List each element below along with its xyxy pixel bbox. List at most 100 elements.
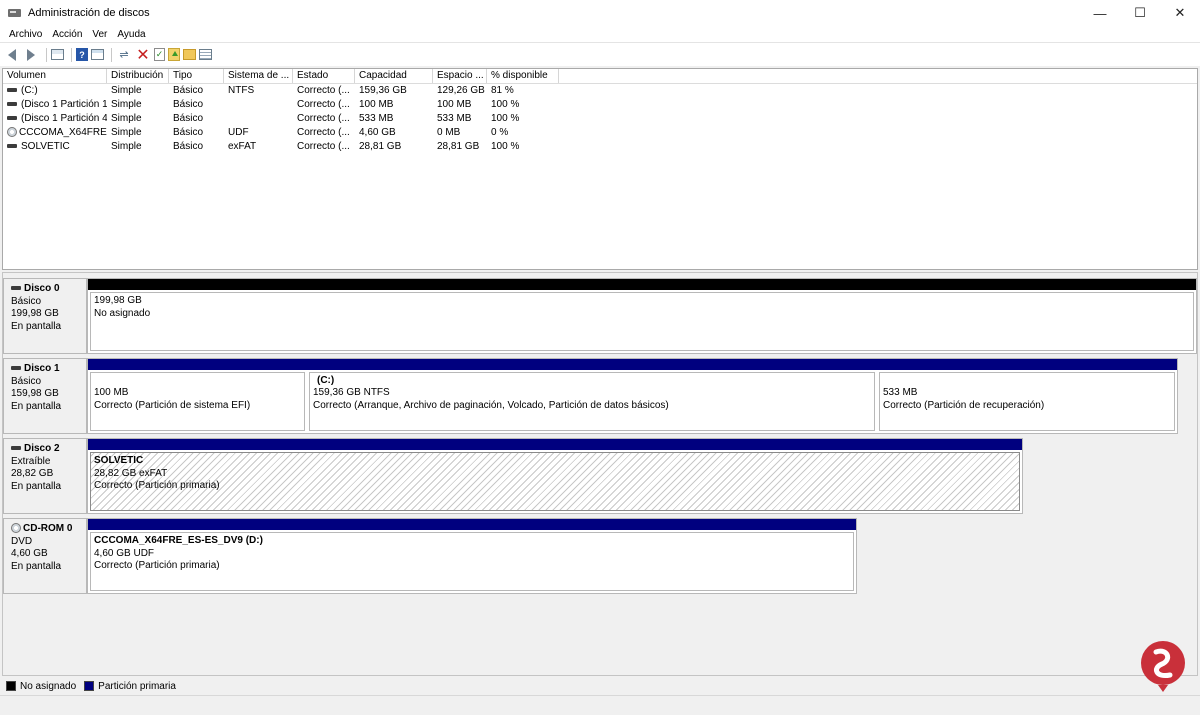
status-cell: Correcto (... xyxy=(297,113,350,124)
partition-dvd[interactable]: CCCOMA_X64FRE_ES-ES_DV9 (D:) 4,60 GB UDF… xyxy=(88,519,856,593)
table-row[interactable]: SOLVETIC Simple Básico exFAT Correcto (.… xyxy=(3,140,1197,154)
partition-c[interactable]: (C:) 159,36 GB NTFS Correcto (Arranque, … xyxy=(307,359,877,433)
menu-ayuda[interactable]: Ayuda xyxy=(112,29,150,40)
filesystem-cell xyxy=(224,112,293,126)
partition-status: Correcto (Partición de recuperación) xyxy=(883,399,1045,411)
free-space-cell: 533 MB xyxy=(437,113,472,124)
capacity-cell: 533 MB xyxy=(359,113,394,124)
help-icon[interactable]: ? xyxy=(76,48,88,61)
distribution-cell: Simple xyxy=(111,99,142,110)
partition-status: Correcto (Arranque, Archivo de paginació… xyxy=(313,399,669,411)
column-header-disponible[interactable]: % disponible xyxy=(487,69,559,83)
partition-unallocated[interactable]: 199,98 GB No asignado xyxy=(88,279,1196,353)
maximize-button[interactable]: ☐ xyxy=(1120,0,1160,26)
type-cell: Básico xyxy=(173,99,204,110)
disk-name: CD-ROM 0 xyxy=(11,523,86,536)
back-arrow-icon[interactable] xyxy=(4,47,20,63)
column-header-espacio[interactable]: Espacio ... xyxy=(433,69,487,83)
disk-type: Básico xyxy=(11,375,42,387)
status-cell: Correcto (... xyxy=(297,85,350,96)
column-header-distribucion[interactable]: Distribución xyxy=(107,69,169,83)
partition-title xyxy=(94,375,304,387)
menu-ver[interactable]: Ver xyxy=(87,29,112,40)
percent-free-cell: 81 % xyxy=(491,85,514,96)
volume-name: (C:) xyxy=(21,85,38,96)
minimize-button[interactable]: — xyxy=(1080,0,1120,26)
partition-recovery[interactable]: 533 MB Correcto (Partición de recuperaci… xyxy=(877,359,1177,433)
menu-archivo[interactable]: Archivo xyxy=(4,29,47,40)
status-cell: Correcto (... xyxy=(297,99,350,110)
partition-solvetic[interactable]: SOLVETIC 28,82 GB exFAT Correcto (Partic… xyxy=(88,439,1022,513)
volume-list[interactable]: Volumen Distribución Tipo Sistema de ...… xyxy=(2,68,1198,270)
partition-size: 533 MB xyxy=(883,387,918,398)
type-cell: Básico xyxy=(173,85,204,96)
disk-0-label[interactable]: Disco 0 Básico 199,98 GB En pantalla xyxy=(3,278,87,354)
percent-free-cell: 100 % xyxy=(491,141,520,152)
legend: No asignado Partición primaria xyxy=(0,677,1200,695)
partition-color-bar xyxy=(307,359,877,370)
menu-accion[interactable]: Acción xyxy=(47,29,87,40)
column-header-sistema[interactable]: Sistema de ... xyxy=(224,69,293,83)
partition-color-bar xyxy=(877,359,1177,370)
cd-icon xyxy=(11,523,21,534)
menu-bar: Archivo Acción Ver Ayuda xyxy=(0,26,1200,42)
filesystem-cell xyxy=(224,98,293,112)
disk-name: Disco 0 xyxy=(11,283,86,296)
disk-1-label[interactable]: Disco 1 Básico 159,98 GB En pantalla xyxy=(3,358,87,434)
capacity-cell: 28,81 GB xyxy=(359,141,402,152)
volume-list-header: Volumen Distribución Tipo Sistema de ...… xyxy=(3,69,1197,84)
connect-drive-icon[interactable]: ⇌ xyxy=(116,47,132,63)
disk-status: En pantalla xyxy=(11,320,62,332)
toolbar-separator xyxy=(71,47,72,62)
check-disk-icon[interactable]: ✓ xyxy=(154,48,165,61)
list-view-icon[interactable] xyxy=(199,49,212,60)
upload-folder-icon[interactable] xyxy=(168,48,180,61)
properties-icon[interactable] xyxy=(91,49,104,60)
delete-icon[interactable]: ✕ xyxy=(135,47,151,64)
partition-size: 159,36 GB NTFS xyxy=(313,387,390,398)
partition-size: 4,60 GB UDF xyxy=(94,547,155,559)
drive-icon xyxy=(7,116,17,121)
table-row[interactable]: (Disco 1 Partición 1) Simple Básico Corr… xyxy=(3,98,1197,112)
toolbar-separator xyxy=(111,47,112,62)
window-controls: — ☐ ✕ xyxy=(1080,0,1200,26)
partition-efi[interactable]: 100 MB Correcto (Partición de sistema EF… xyxy=(88,359,307,433)
disk-2-label[interactable]: Disco 2 Extraíble 28,82 GB En pantalla xyxy=(3,438,87,514)
volume-cell: (Disco 1 Partición 1) xyxy=(3,98,107,112)
forward-arrow-icon[interactable] xyxy=(23,47,39,63)
disk-type: Básico xyxy=(11,295,42,307)
partition-title: CCCOMA_X64FRE_ES-ES_DV9 (D:) xyxy=(94,535,263,546)
table-row[interactable]: (C:) Simple Básico NTFS Correcto (... 15… xyxy=(3,84,1197,98)
percent-free-cell: 0 % xyxy=(491,127,509,138)
column-header-volumen[interactable]: Volumen xyxy=(3,69,107,83)
partition-body: 533 MB Correcto (Partición de recuperaci… xyxy=(879,372,1175,431)
cdrom-0-partitions: CCCOMA_X64FRE_ES-ES_DV9 (D:) 4,60 GB UDF… xyxy=(87,518,857,594)
filesystem-cell: NTFS xyxy=(228,85,255,96)
cdrom-0-label[interactable]: CD-ROM 0 DVD 4,60 GB En pantalla xyxy=(3,518,87,594)
disk-name-text: Disco 1 xyxy=(24,363,60,374)
partition-body: SOLVETIC 28,82 GB exFAT Correcto (Partic… xyxy=(90,452,1020,511)
partition-title xyxy=(883,375,1174,387)
open-folder-icon[interactable] xyxy=(183,49,196,60)
disk-type: DVD xyxy=(11,535,33,547)
column-header-estado[interactable]: Estado xyxy=(293,69,355,83)
disk-graphical-view[interactable]: Disco 0 Básico 199,98 GB En pantalla 199… xyxy=(2,272,1198,676)
close-button[interactable]: ✕ xyxy=(1160,0,1200,26)
legend-label-primary: Partición primaria xyxy=(98,680,176,692)
legend-swatch-unallocated xyxy=(6,681,16,691)
console-tree-icon[interactable] xyxy=(51,49,64,60)
partition-color-bar xyxy=(88,359,307,370)
toolbar: ? ⇌ ✕ ✓ xyxy=(0,42,1200,66)
disk-0-partitions: 199,98 GB No asignado xyxy=(87,278,1197,354)
status-cell: Correcto (... xyxy=(297,141,350,152)
table-row[interactable]: CCCOMA_X64FRE... Simple Básico UDF Corre… xyxy=(3,126,1197,140)
partition-body: 100 MB Correcto (Partición de sistema EF… xyxy=(90,372,305,431)
disk-status: En pantalla xyxy=(11,560,62,572)
volume-cell: (Disco 1 Partición 4) xyxy=(3,112,107,126)
toolbar-separator xyxy=(46,47,47,62)
table-row[interactable]: (Disco 1 Partición 4) Simple Básico Corr… xyxy=(3,112,1197,126)
volume-name: (Disco 1 Partición 1) xyxy=(21,99,107,110)
partition-status: Correcto (Partición primaria) xyxy=(94,560,220,571)
column-header-capacidad[interactable]: Capacidad xyxy=(355,69,433,83)
column-header-tipo[interactable]: Tipo xyxy=(169,69,224,83)
